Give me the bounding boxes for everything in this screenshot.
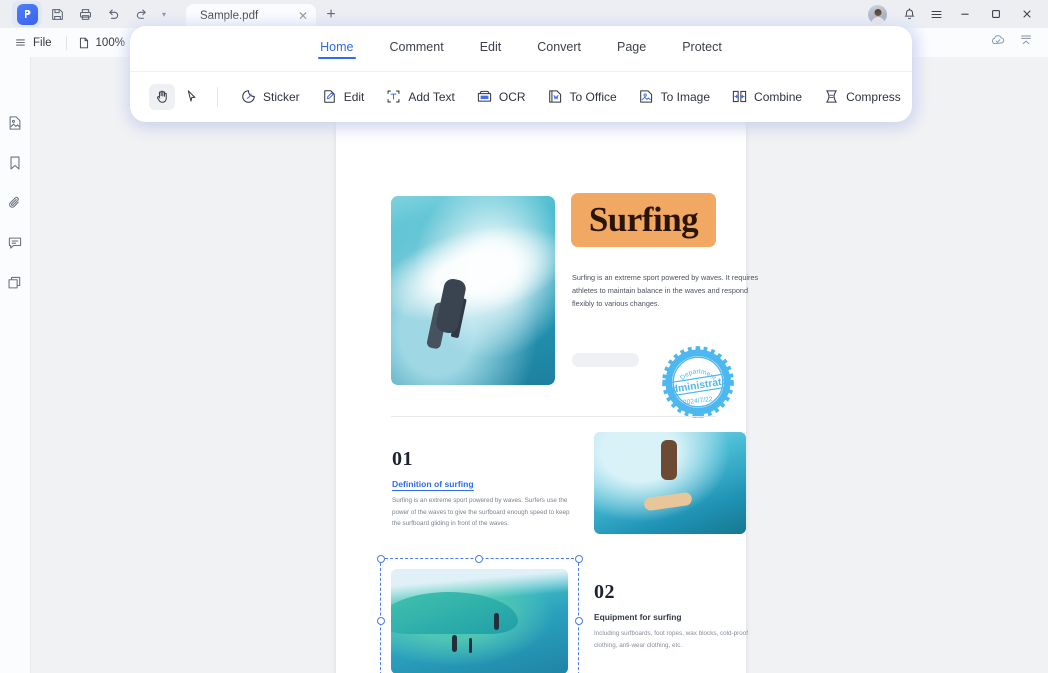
compress-label: Compress	[846, 89, 901, 104]
close-window-button[interactable]	[1012, 0, 1042, 28]
edit-label: Edit	[343, 89, 365, 104]
tab-edit[interactable]: Edit	[478, 40, 504, 57]
app-logo-button[interactable]	[12, 1, 42, 27]
user-avatar[interactable]	[868, 4, 887, 24]
cloud-sync-icon[interactable]	[990, 32, 1006, 53]
save-icon[interactable]	[44, 1, 70, 27]
ocr-button[interactable]: OCR	[467, 82, 535, 112]
section-02-body: Including surfboards, foot ropes, wax bl…	[594, 630, 749, 649]
resize-handle-middle-left[interactable]	[376, 617, 385, 625]
section-01-image[interactable]	[594, 432, 746, 534]
document-canvas[interactable]: Surfing Surfing is an extreme sport powe…	[31, 57, 1048, 673]
ribbon-tab-bar: Home Comment Edit Convert Page Protect	[130, 26, 912, 72]
to-office-label: To Office	[569, 89, 617, 104]
placeholder-field[interactable]	[572, 353, 639, 367]
attachments-icon[interactable]	[4, 192, 26, 214]
layers-icon[interactable]	[4, 272, 26, 294]
menubar-right-group	[990, 32, 1048, 53]
ocr-label: OCR	[498, 89, 526, 104]
maximize-button[interactable]	[981, 0, 1011, 28]
page-title: Surfing	[588, 200, 699, 239]
pdf-editor-window: ▾ Sample.pdf ✕ + File 100% Surfing Surfi…	[0, 0, 1048, 673]
section-02-number: 02	[594, 581, 615, 603]
to-image-button[interactable]: To Image	[629, 82, 719, 112]
resize-handle-top-right[interactable]	[574, 554, 583, 563]
left-sidebar	[0, 57, 31, 673]
pdf-page[interactable]: Surfing Surfing is an extreme sport powe…	[336, 108, 758, 673]
compress-button[interactable]: Compress	[814, 82, 910, 112]
combine-label: Combine	[754, 89, 803, 104]
intro-paragraph: Surfing is an extreme sport powered by w…	[572, 273, 759, 308]
hand-tool-icon[interactable]	[149, 83, 175, 110]
to-office-button[interactable]: To Office	[538, 82, 626, 112]
file-menu-button[interactable]: File	[10, 36, 56, 49]
thumbnails-icon[interactable]	[4, 112, 26, 134]
print-icon[interactable]	[72, 1, 98, 27]
to-image-label: To Image	[660, 89, 711, 104]
menu-divider	[65, 35, 67, 50]
hamburger-menu-icon[interactable]	[923, 1, 949, 27]
file-menu-label: File	[33, 36, 52, 49]
add-text-button[interactable]: Add Text	[376, 82, 463, 112]
ribbon-toolbar: Sticker Edit Add Text OCR To Office To I…	[130, 72, 912, 121]
select-arrow-icon[interactable]	[178, 84, 204, 110]
comments-icon[interactable]	[4, 232, 26, 254]
tab-page[interactable]: Page	[615, 40, 648, 57]
combine-button[interactable]: Combine	[722, 82, 811, 112]
zoom-level-label: 100%	[95, 36, 125, 49]
close-icon[interactable]: ✕	[298, 9, 308, 23]
resize-handle-top-center[interactable]	[475, 554, 483, 563]
add-text-label: Add Text	[408, 89, 455, 104]
sticker-label: Sticker	[263, 89, 300, 104]
bookmarks-icon[interactable]	[4, 152, 26, 174]
collapse-ribbon-icon[interactable]	[1018, 32, 1034, 53]
tab-protect[interactable]: Protect	[680, 40, 724, 57]
resize-handle-top-left[interactable]	[376, 554, 385, 563]
undo-icon[interactable]	[100, 1, 126, 27]
ribbon-panel: Home Comment Edit Convert Page Protect S…	[130, 26, 912, 122]
sticker-button[interactable]: Sticker	[231, 82, 309, 112]
approval-stamp[interactable]: Department Administrator 2024/7/22	[661, 345, 735, 419]
resize-handle-middle-right[interactable]	[574, 617, 583, 625]
selected-image[interactable]	[376, 554, 583, 673]
section-01-body: Surfing is an extreme sport powered by w…	[392, 497, 570, 528]
section-divider	[391, 416, 716, 417]
tab-convert[interactable]: Convert	[535, 40, 583, 57]
tab-comment[interactable]: Comment	[388, 40, 446, 57]
section-01-heading[interactable]: Definition of surfing	[392, 479, 474, 491]
app-logo-icon	[16, 3, 38, 25]
document-tab-label: Sample.pdf	[200, 10, 259, 22]
hero-surfer-image[interactable]	[391, 196, 555, 385]
tab-home[interactable]: Home	[318, 40, 356, 59]
section-02-heading: Equipment for surfing	[594, 612, 682, 622]
edit-button[interactable]: Edit	[312, 82, 374, 112]
document-title-badge[interactable]: Surfing	[571, 193, 716, 247]
minimize-button[interactable]	[950, 0, 980, 28]
selected-image-content[interactable]	[391, 569, 568, 673]
toolbar-divider	[217, 86, 218, 107]
section-01-number: 01	[392, 448, 413, 470]
